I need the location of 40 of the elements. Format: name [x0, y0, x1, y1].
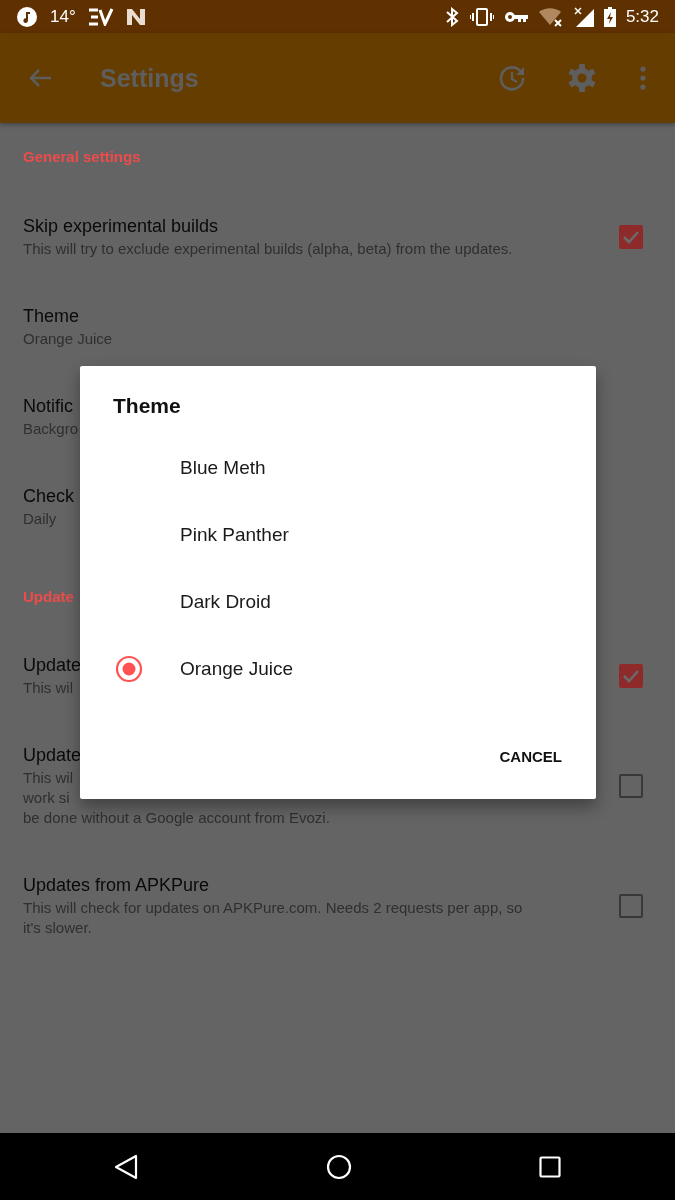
setting-title[interactable]: Updates from APKPure [23, 874, 210, 897]
app-logo-icon [87, 7, 114, 26]
history-icon[interactable] [499, 64, 527, 92]
theme-option[interactable]: Dark Droid [80, 568, 596, 635]
back-icon[interactable] [114, 1153, 138, 1180]
checkbox[interactable] [619, 774, 643, 798]
home-icon[interactable] [325, 1153, 352, 1180]
setting-title[interactable]: Theme [23, 304, 80, 328]
key-icon [503, 9, 528, 24]
checkbox[interactable] [619, 664, 643, 688]
checkbox[interactable] [619, 224, 643, 249]
setting-title[interactable]: Skip experimental builds [23, 214, 219, 238]
vibrate-icon [469, 6, 494, 27]
wifi-off-icon [537, 6, 564, 27]
setting-title[interactable]: Check [23, 484, 75, 508]
back-arrow-icon[interactable] [28, 68, 52, 88]
checkbox[interactable] [619, 894, 643, 918]
screen-title: Settings [100, 63, 200, 93]
radio-button[interactable] [115, 654, 143, 683]
recents-icon[interactable] [539, 1155, 561, 1178]
category-header: General settings [23, 147, 141, 167]
theme-option[interactable]: Blue Meth [80, 434, 596, 501]
music-note-icon [16, 5, 38, 28]
check-icon [622, 669, 640, 683]
overflow-menu-icon[interactable] [639, 66, 647, 90]
theme-option[interactable]: Pink Panther [80, 501, 596, 568]
setting-title[interactable]: Update [23, 744, 82, 767]
temperature: 14° [50, 6, 76, 27]
settings-icon[interactable] [567, 63, 597, 93]
battery-icon [603, 6, 616, 27]
theme-option[interactable]: Orange Juice [80, 635, 596, 702]
clock: 5:32 [625, 6, 659, 27]
setting-title[interactable]: Update [23, 654, 82, 677]
setting-title[interactable]: Notific [23, 394, 73, 418]
signal-icon [573, 6, 594, 27]
dialog-title: Theme [113, 394, 181, 418]
check-icon [622, 229, 640, 244]
cancel-button[interactable]: CANCEL [489, 738, 572, 775]
category-header: Update [23, 586, 74, 607]
n-logo-icon [125, 7, 146, 26]
